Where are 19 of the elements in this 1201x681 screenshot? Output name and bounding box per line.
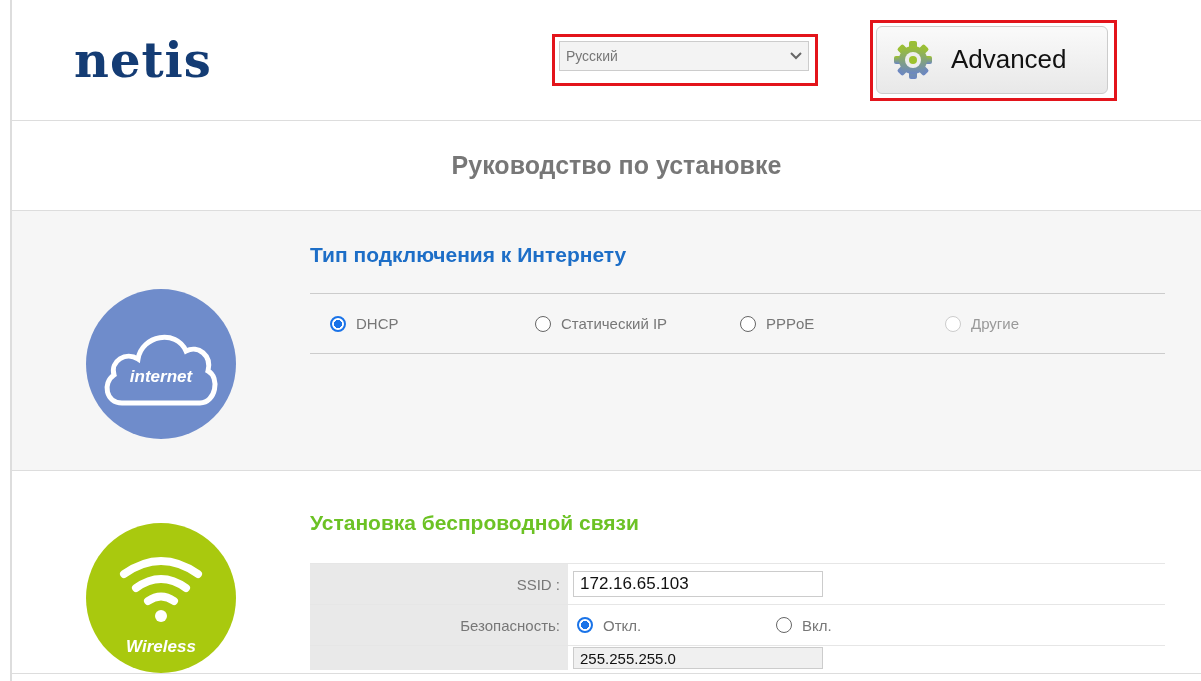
- radio-option[interactable]: Статический IP: [535, 315, 720, 332]
- label-cell: Безопасность:: [310, 605, 568, 645]
- input-field[interactable]: 172.16.65.103: [573, 571, 823, 597]
- page-title: Руководство по установке: [451, 151, 782, 180]
- gear-icon: [892, 39, 933, 80]
- section-title: Тип подключения к Интернету: [310, 243, 628, 267]
- wifi-icon: Wireless: [86, 523, 236, 673]
- radio-option[interactable]: Вкл.: [776, 616, 971, 634]
- radio-option[interactable]: PPPoE: [740, 315, 925, 332]
- label-cell: SSID :: [310, 564, 568, 604]
- radio-option[interactable]: DHCP: [330, 315, 515, 332]
- advanced-button[interactable]: Advanced: [875, 25, 1108, 94]
- section-title: Установка беспроводной связи: [310, 511, 640, 535]
- netis-logo: netis: [74, 32, 212, 88]
- cloud-icon: internet: [86, 289, 236, 439]
- radio-option[interactable]: Откл.: [577, 616, 772, 634]
- input-field[interactable]: 255.255.255.0: [573, 647, 823, 669]
- language-dropdown[interactable]: Русский: [558, 41, 809, 71]
- chevron-down-icon: [789, 52, 802, 60]
